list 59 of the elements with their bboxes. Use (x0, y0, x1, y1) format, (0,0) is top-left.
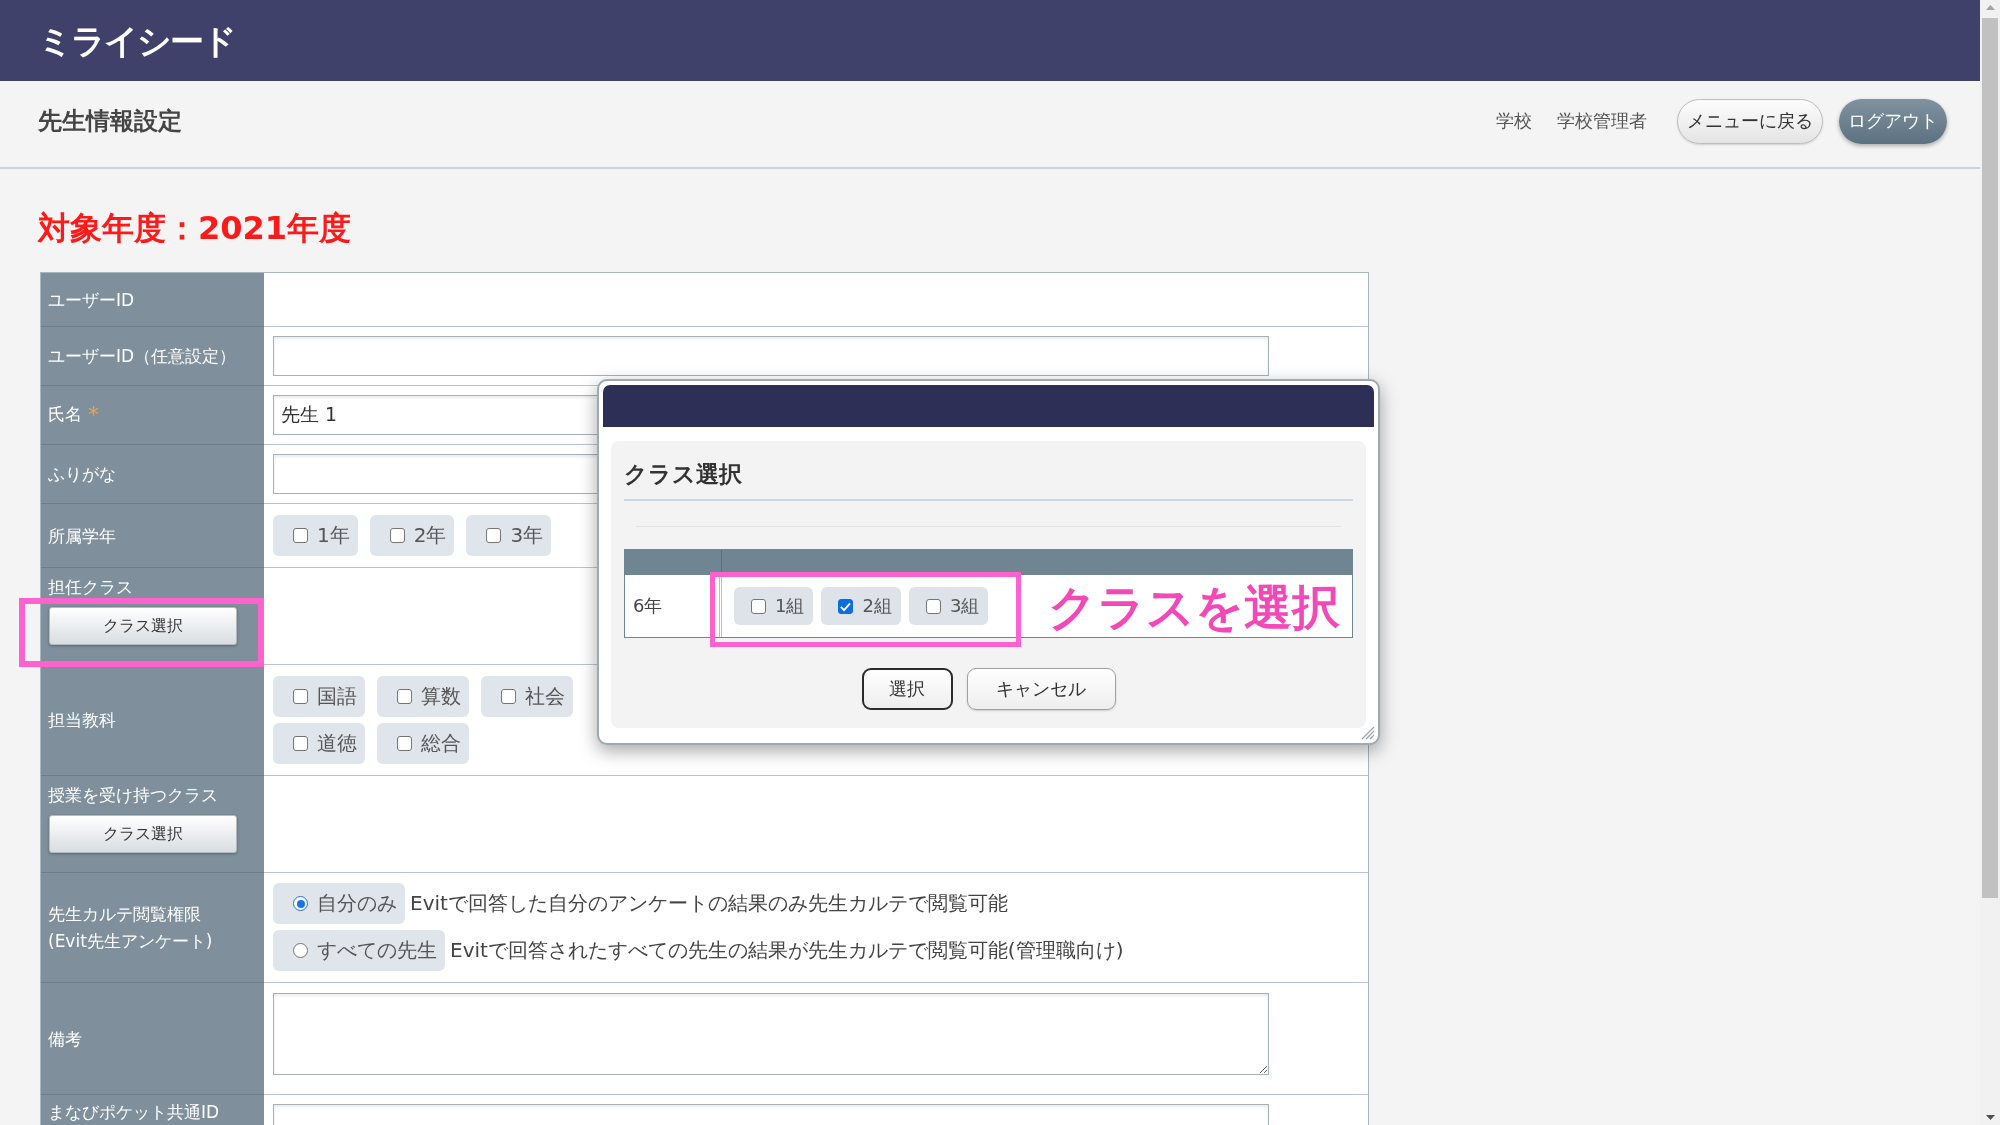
class-select-button[interactable]: クラス選択 (49, 607, 237, 645)
field-label: 先生カルテ閲覧権限 (Evit先生アンケート) (48, 902, 213, 953)
radio-option[interactable]: すべての先生 (273, 930, 445, 971)
annotation-text: クラスを選択 (1048, 578, 1340, 637)
checkbox[interactable] (389, 528, 405, 543)
field-label: 担当教科 (48, 710, 116, 730)
option-description: Evitで回答した自分のアンケートの結果のみ先生カルテで閲覧可能 (410, 890, 1008, 917)
field-label: ふりがな (48, 464, 116, 484)
checkbox-option[interactable]: 3年 (466, 515, 552, 556)
field-label: ユーザーID（任意設定） (48, 346, 237, 366)
scrollbar-thumb[interactable] (1982, 18, 1998, 898)
checkbox[interactable] (293, 528, 308, 543)
radio-option[interactable]: 自分のみ (273, 883, 405, 924)
class-option[interactable]: 3組 (908, 587, 989, 625)
logo[interactable]: ミライシード (38, 23, 235, 58)
checkbox-option[interactable]: 2年 (369, 515, 455, 556)
header-link[interactable]: 学校 (1496, 109, 1532, 133)
checkbox[interactable] (293, 736, 308, 751)
select-button[interactable]: 選択 (861, 668, 953, 710)
checkmark-icon (840, 600, 852, 612)
field-label: 授業を受け持つクラス (48, 785, 218, 805)
page-title: 先生情報設定 (38, 106, 183, 137)
checkbox[interactable] (397, 689, 412, 704)
radio-button[interactable] (293, 896, 308, 911)
checkbox-option[interactable]: 国語 (273, 676, 365, 717)
field-label: 備考 (48, 1028, 82, 1049)
checkbox-option[interactable]: 社会 (481, 676, 573, 717)
class-option[interactable]: 1組 (734, 587, 814, 625)
option-description: Evitで回答されたすべての先生の結果が先生カルテで閲覧可能(管理職向け) (450, 937, 1124, 964)
class-select-button[interactable]: クラス選択 (49, 815, 237, 853)
checkbox-option[interactable]: 算数 (377, 676, 469, 717)
field-label: 氏名 (48, 404, 82, 424)
checkbox[interactable] (838, 598, 854, 614)
class-option[interactable]: 2組 (821, 587, 901, 625)
radio-button[interactable] (293, 943, 308, 958)
logout-button[interactable]: ログアウト (1839, 98, 1947, 144)
text-input[interactable] (273, 336, 1269, 376)
checkbox[interactable] (925, 598, 941, 614)
resize-grip-icon[interactable] (1361, 726, 1375, 740)
checkbox[interactable] (397, 736, 412, 751)
header-link[interactable]: 学校管理者 (1557, 109, 1647, 133)
checkbox[interactable] (293, 689, 308, 704)
checkbox[interactable] (751, 598, 766, 614)
cancel-button[interactable]: キャンセル (966, 668, 1116, 710)
checkbox[interactable] (501, 689, 516, 704)
checkbox[interactable] (486, 528, 502, 543)
field-label: ユーザーID (48, 289, 135, 310)
triangle-down-icon[interactable] (1985, 1115, 1995, 1120)
checkbox-option[interactable]: 総合 (377, 723, 469, 764)
field-label: 担任クラス (48, 577, 133, 597)
field-label: まなびポケット共通ID (48, 1102, 220, 1122)
checkbox-option[interactable]: 1年 (273, 515, 358, 556)
back-to-menu-button[interactable]: メニューに戻る (1677, 98, 1823, 144)
fiscal-year-heading: 対象年度：2021年度 (38, 208, 352, 248)
grade-label: 6年 (625, 575, 722, 637)
field-label: 所属学年 (48, 525, 116, 546)
checkbox-option[interactable]: 道徳 (273, 723, 365, 764)
dialog-title: クラス選択 (624, 459, 1353, 501)
required-mark: * (88, 404, 99, 426)
